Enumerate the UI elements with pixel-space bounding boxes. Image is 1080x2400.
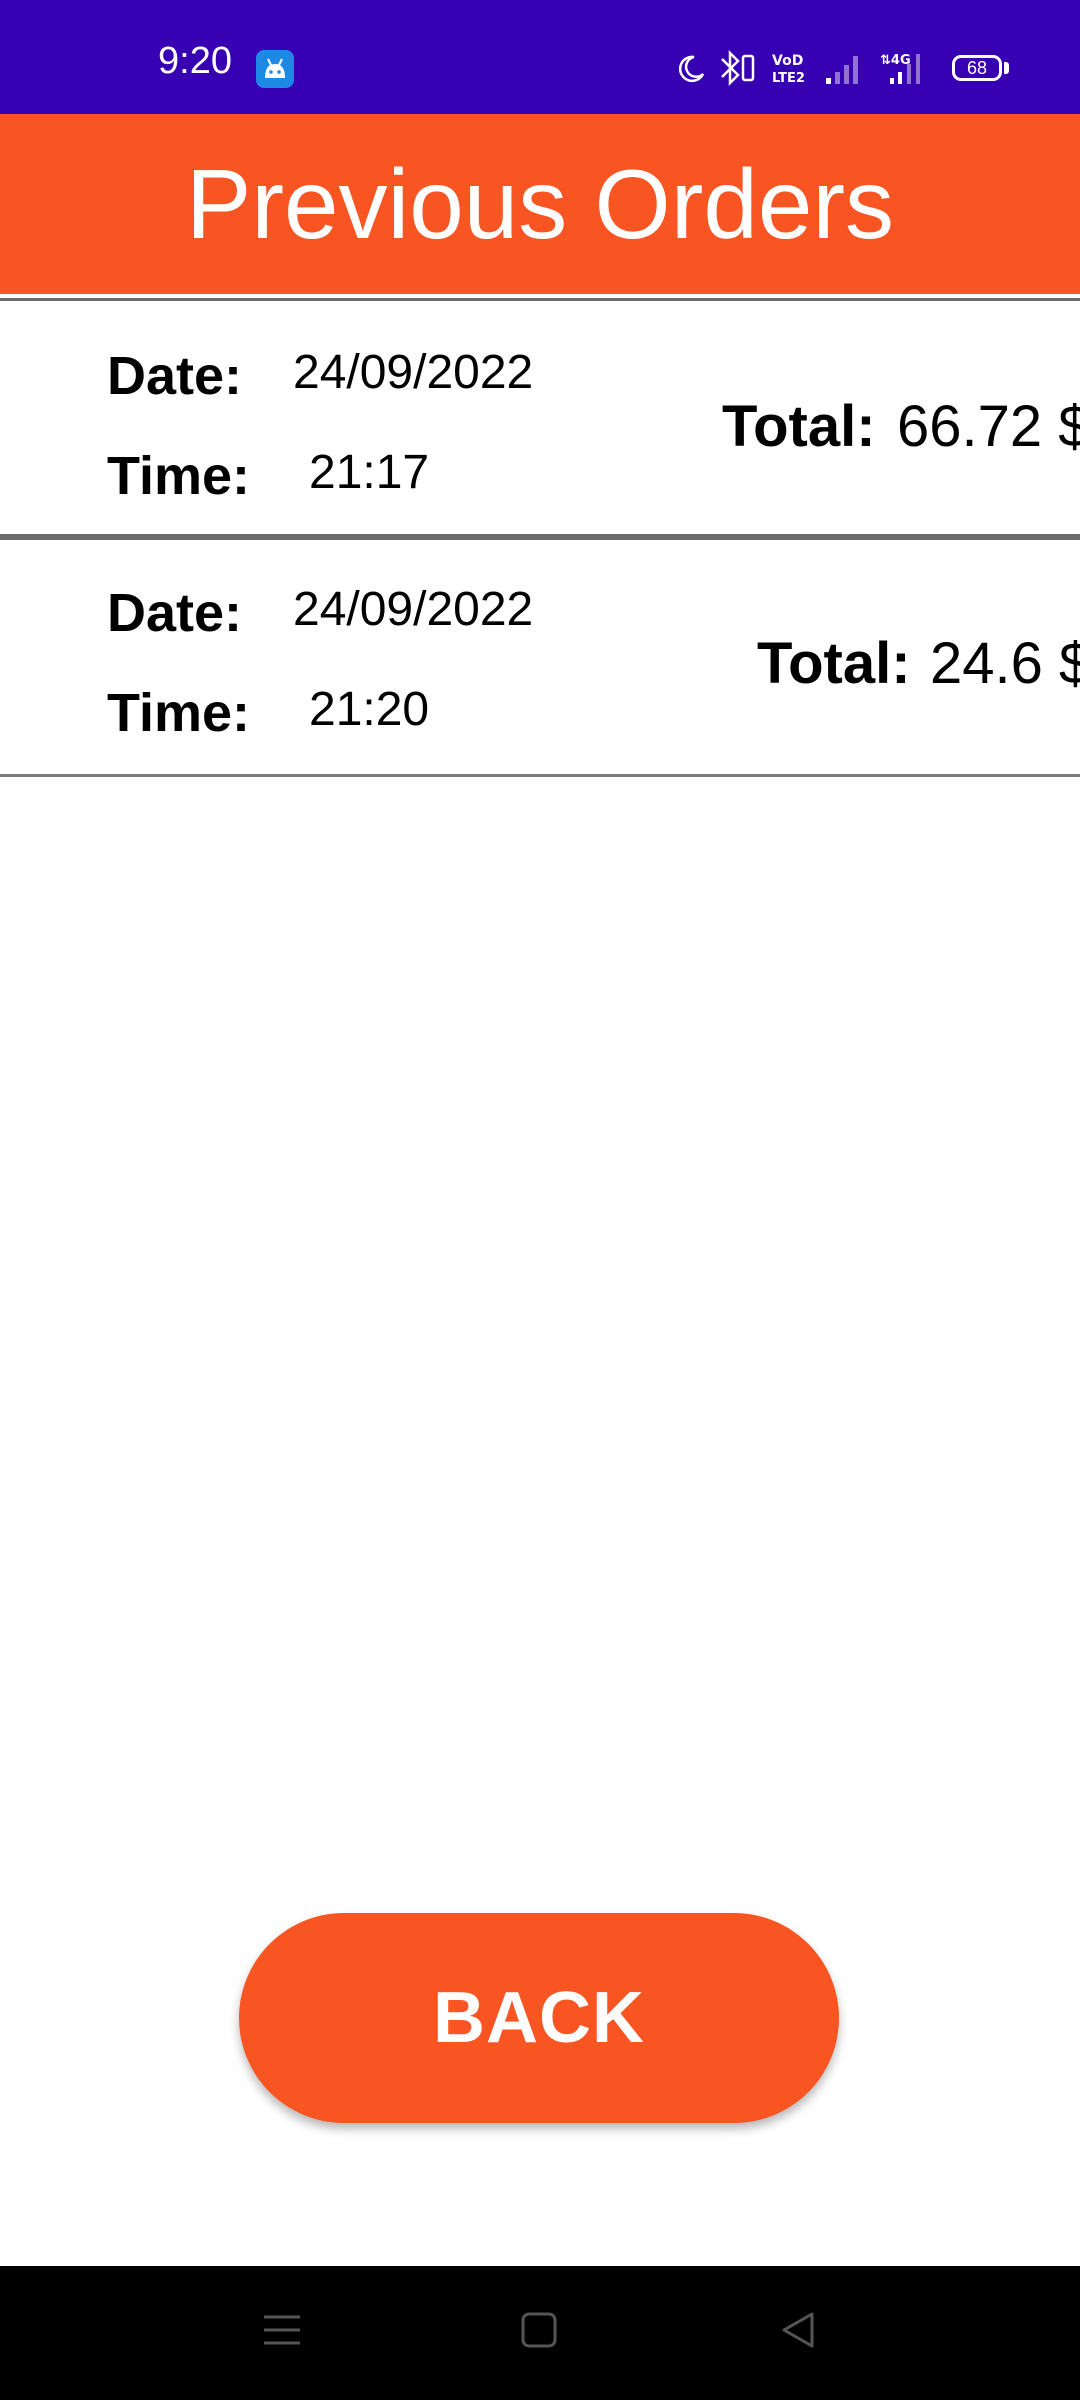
order-time: 21:20 [309,683,430,736]
4g-signal-icon: ⇅4G [876,50,936,91]
app-header: Previous Orders [0,114,1080,294]
order-date: 24/09/2022 [293,583,534,636]
navigation-bar [0,2266,1080,2400]
screen: 9:20 VoD LTE2 ⇅4G 68 Previous Orders Dat… [0,0,1080,2400]
back-button[interactable]: BACK [239,1913,839,2123]
bluetooth-icon [718,49,758,91]
order-row[interactable]: Date: 24/09/2022 Time: 21:17 Total: 66.7… [0,298,1080,532]
time-label: Time: [107,683,251,743]
list-divider [0,774,1080,777]
svg-text:LTE2: LTE2 [772,71,805,86]
order-row[interactable]: Date: 24/09/2022 Time: 21:20 Total: 24.6… [0,534,1080,768]
battery-icon: 68 [952,55,1002,81]
order-date: 24/09/2022 [293,346,534,399]
svg-text:VoD: VoD [772,53,803,69]
volte-icon: VoD LTE2 [770,50,810,91]
total-label: Total: [722,394,876,459]
total-label: Total: [757,631,911,696]
status-time: 9:20 [158,40,232,82]
moon-icon [676,54,706,89]
back-icon[interactable] [780,2310,816,2355]
order-time: 21:17 [309,446,430,499]
date-label: Date: [107,583,243,643]
time-label: Time: [107,446,251,506]
svg-text:⇅4G: ⇅4G [880,53,911,68]
status-bar: 9:20 VoD LTE2 ⇅4G 68 [0,0,1080,114]
android-app-icon [256,50,294,88]
battery-tip [1004,62,1009,74]
order-total: 24.6 $ [930,631,1080,696]
order-total: 66.72 $ [897,394,1080,459]
signal-icon [824,52,864,91]
date-label: Date: [107,346,243,406]
page-title: Previous Orders [185,149,894,259]
menu-icon[interactable] [264,2310,300,2355]
home-icon[interactable] [521,2310,557,2355]
